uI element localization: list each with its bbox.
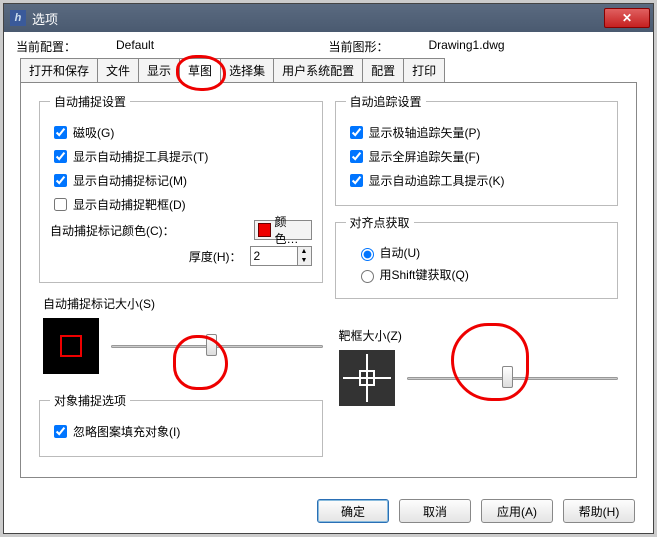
current-drawing-value: Drawing1.dwg (429, 38, 505, 55)
close-icon: ✕ (622, 11, 632, 25)
spin-down-icon: ▼ (298, 256, 311, 265)
marker-preview-icon (60, 335, 82, 357)
autosnap-legend: 自动捕捉设置 (50, 93, 130, 110)
tab-plot[interactable]: 打印 (403, 58, 445, 83)
tab-content: 自动捕捉设置 磁吸(G) 显示自动捕捉工具提示(T) 显示自动捕捉标记(M) 显… (20, 82, 637, 478)
ignore-hatch-label: 忽略图案填充对象(I) (73, 423, 180, 440)
color-button[interactable]: 颜色… (254, 220, 312, 240)
aperture-checkbox[interactable] (54, 198, 67, 211)
aperture-size-slider[interactable] (407, 368, 619, 388)
help-button[interactable]: 帮助(H) (563, 499, 635, 523)
tooltip-checkbox[interactable] (54, 150, 67, 163)
shift-label: 用Shift键获取(Q) (380, 266, 469, 283)
track-tooltip-label: 显示自动追踪工具提示(K) (369, 172, 505, 189)
window-title: 选项 (32, 9, 604, 28)
marker-size-group: 自动捕捉标记大小(S) (39, 291, 323, 384)
magnet-label: 磁吸(G) (73, 124, 114, 141)
autotrack-legend: 自动追踪设置 (346, 93, 426, 110)
tab-files[interactable]: 文件 (97, 58, 139, 83)
autosnap-group: 自动捕捉设置 磁吸(G) 显示自动捕捉工具提示(T) 显示自动捕捉标记(M) 显… (39, 93, 323, 283)
current-config-value: Default (116, 38, 154, 55)
marker-preview (43, 318, 99, 374)
tooltip-label: 显示自动捕捉工具提示(T) (73, 148, 208, 165)
close-button[interactable]: ✕ (604, 8, 650, 28)
object-snap-legend: 对象捕捉选项 (50, 392, 130, 409)
object-snap-group: 对象捕捉选项 忽略图案填充对象(I) (39, 392, 323, 457)
info-row: 当前配置： Default 当前图形： Drawing1.dwg (4, 32, 653, 57)
tab-drafting[interactable]: 草图 (179, 58, 221, 83)
magnet-checkbox[interactable] (54, 126, 67, 139)
thickness-input[interactable]: 2 (250, 246, 298, 266)
full-vector-label: 显示全屏追踪矢量(F) (369, 148, 480, 165)
color-label: 自动捕捉标记颜色(C)： (50, 222, 175, 239)
aperture-preview (339, 350, 395, 406)
button-row: 确定 取消 应用(A) 帮助(H) (317, 499, 635, 523)
left-column: 自动捕捉设置 磁吸(G) 显示自动捕捉工具提示(T) 显示自动捕捉标记(M) 显… (33, 93, 329, 465)
track-tooltip-checkbox[interactable] (350, 174, 363, 187)
aperture-preview-icon (359, 370, 375, 386)
tab-display[interactable]: 显示 (138, 58, 180, 83)
cancel-button[interactable]: 取消 (399, 499, 471, 523)
right-column: 自动追踪设置 显示极轴追踪矢量(P) 显示全屏追踪矢量(F) 显示自动追踪工具提… (329, 93, 625, 465)
color-button-label: 颜色… (275, 213, 308, 247)
current-drawing-label: 当前图形： (329, 38, 389, 55)
slider-thumb[interactable] (502, 366, 513, 388)
aperture-label: 显示自动捕捉靶框(D) (73, 196, 186, 213)
marker-label: 显示自动捕捉标记(M) (73, 172, 187, 189)
current-config-label: 当前配置： (16, 38, 76, 55)
aperture-size-group: 靶框大小(Z) (335, 323, 619, 416)
alignment-group: 对齐点获取 自动(U) 用Shift键获取(Q) (335, 214, 619, 299)
apply-button[interactable]: 应用(A) (481, 499, 553, 523)
ignore-hatch-checkbox[interactable] (54, 425, 67, 438)
auto-radio[interactable] (361, 248, 374, 261)
tab-bar: 打开和保存 文件 显示 草图 选择集 用户系统配置 配置 打印 (4, 57, 653, 82)
tab-open-save[interactable]: 打开和保存 (20, 58, 98, 83)
titlebar: h 选项 ✕ (4, 4, 653, 32)
options-dialog: h 选项 ✕ 当前配置： Default 当前图形： Drawing1.dwg … (3, 3, 654, 534)
marker-checkbox[interactable] (54, 174, 67, 187)
polar-vector-checkbox[interactable] (350, 126, 363, 139)
tab-profiles[interactable]: 配置 (362, 58, 404, 83)
marker-size-legend: 自动捕捉标记大小(S) (43, 295, 323, 312)
autotrack-group: 自动追踪设置 显示极轴追踪矢量(P) 显示全屏追踪矢量(F) 显示自动追踪工具提… (335, 93, 619, 206)
app-icon: h (10, 10, 26, 26)
thickness-spinner[interactable]: ▲▼ (298, 246, 312, 266)
auto-label: 自动(U) (380, 244, 421, 261)
spin-up-icon: ▲ (298, 247, 311, 256)
color-swatch-icon (258, 223, 271, 237)
thickness-label: 厚度(H)： (50, 248, 250, 265)
aperture-size-legend: 靶框大小(Z) (339, 327, 619, 344)
full-vector-checkbox[interactable] (350, 150, 363, 163)
tab-user-prefs[interactable]: 用户系统配置 (273, 58, 363, 83)
polar-vector-label: 显示极轴追踪矢量(P) (369, 124, 481, 141)
tab-selection[interactable]: 选择集 (220, 58, 274, 83)
alignment-legend: 对齐点获取 (346, 214, 414, 231)
shift-radio[interactable] (361, 270, 374, 283)
ok-button[interactable]: 确定 (317, 499, 389, 523)
slider-thumb[interactable] (206, 334, 217, 356)
marker-size-slider[interactable] (111, 336, 323, 356)
